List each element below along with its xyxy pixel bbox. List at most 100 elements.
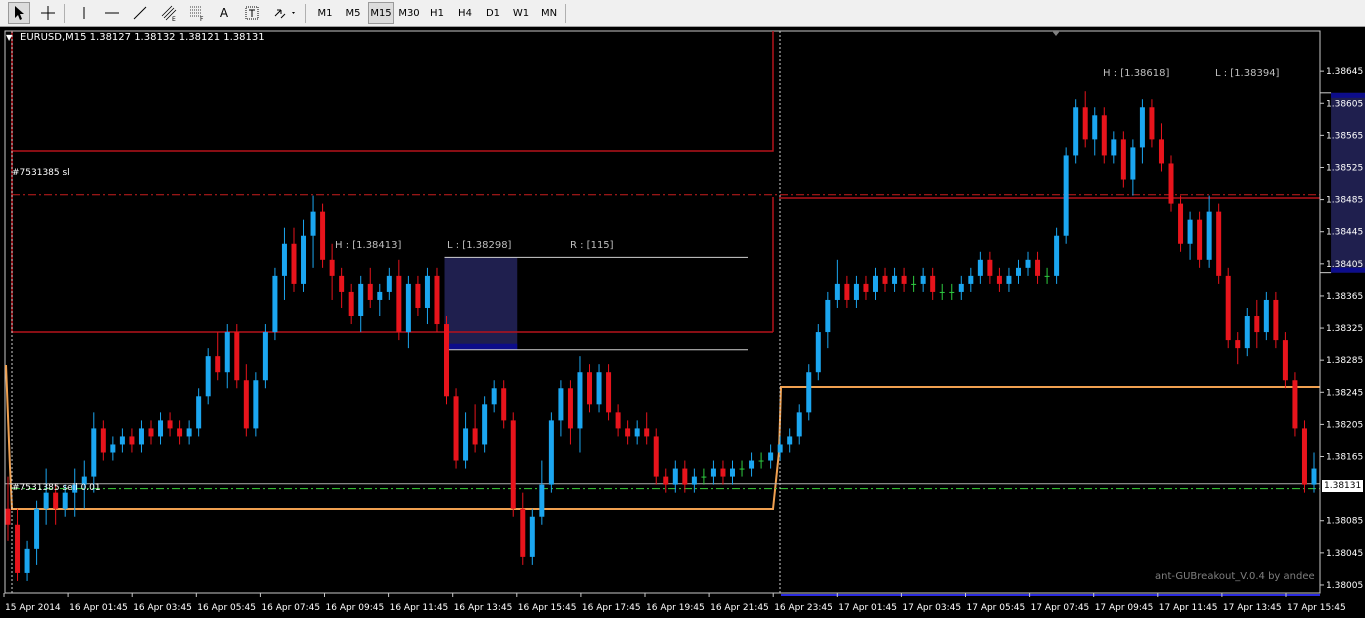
candle-body: [682, 468, 688, 485]
candle-body: [110, 444, 116, 453]
fibonacci-icon[interactable]: F: [186, 2, 208, 24]
range-box-2: [1331, 92, 1365, 273]
cursor-icon[interactable]: [8, 2, 30, 24]
trendline-icon[interactable]: [130, 2, 150, 24]
candle-body: [606, 372, 612, 413]
y-tick-label: 1.38445: [1326, 228, 1363, 238]
candle-body: [739, 468, 745, 470]
candle-body: [777, 444, 783, 453]
candle-body: [1035, 259, 1041, 276]
candle-body: [148, 428, 154, 437]
candle-body: [529, 516, 535, 557]
candle-body: [596, 372, 602, 405]
candle-body: [567, 388, 573, 429]
candle-body: [1235, 340, 1241, 349]
candle-body: [53, 492, 59, 509]
channel-upper-day1: [11, 31, 774, 152]
candle-body: [1082, 107, 1088, 140]
box1-range-label: R : [115]: [570, 240, 614, 251]
candle-body: [710, 468, 716, 477]
vertical-line-icon[interactable]: [74, 2, 94, 24]
candle-body: [977, 259, 983, 276]
candle-body: [15, 524, 21, 573]
candle-body: [444, 324, 450, 397]
candle-body: [377, 291, 383, 300]
timeframe-h4-button[interactable]: H4: [452, 2, 478, 24]
candle-body: [634, 428, 640, 437]
svg-text:E: E: [172, 16, 176, 22]
candle-body: [1120, 139, 1126, 180]
candle-body: [815, 332, 821, 373]
candle-body: [1187, 219, 1193, 244]
candle-body: [1111, 139, 1117, 156]
candle-body: [510, 420, 516, 509]
x-tick-label: 16 Apr 23:45: [774, 603, 833, 613]
equidistant-channel-icon[interactable]: E: [158, 2, 180, 24]
candle-body: [672, 468, 678, 485]
timeframe-m1-button[interactable]: M1: [312, 2, 338, 24]
candle-body: [882, 275, 888, 284]
candle-body: [100, 428, 106, 453]
x-tick-label: 17 Apr 05:45: [967, 603, 1026, 613]
candle-body: [901, 275, 907, 284]
timeframe-mn-button[interactable]: MN: [536, 2, 562, 24]
x-tick-label: 16 Apr 09:45: [326, 603, 385, 613]
candle-body: [415, 283, 421, 308]
candle-body: [281, 243, 287, 276]
timeframe-m5-button[interactable]: M5: [340, 2, 366, 24]
x-tick-label: 16 Apr 21:45: [710, 603, 769, 613]
chart-toolbar: E F A M1 M5 M15 M30 H1 H4 D1 W1 MN: [0, 0, 1365, 27]
range-box-1: [444, 257, 518, 350]
candle-body: [1158, 139, 1164, 164]
candle-body: [625, 428, 631, 437]
text-icon[interactable]: A: [214, 2, 234, 24]
candle-body: [129, 436, 135, 445]
candle-body: [749, 460, 755, 469]
arrows-dropdown-icon[interactable]: [270, 2, 300, 24]
y-tick-label: 1.38205: [1326, 420, 1363, 430]
horizontal-line-icon[interactable]: [102, 2, 122, 24]
y-tick-label: 1.38245: [1326, 388, 1363, 398]
candle-body: [1206, 211, 1212, 260]
order-sl-label: #7531385 sl: [12, 168, 70, 178]
candle-body: [949, 291, 955, 293]
crosshair-icon[interactable]: [37, 2, 59, 24]
timeframe-w1-button[interactable]: W1: [508, 2, 534, 24]
candle-body: [186, 428, 192, 437]
y-tick-label: 1.38285: [1326, 356, 1363, 366]
candle-body: [892, 275, 898, 284]
candle-body: [158, 420, 164, 437]
candle-body: [806, 372, 812, 413]
timeframe-d1-button[interactable]: D1: [480, 2, 506, 24]
candle-body: [1054, 235, 1060, 276]
candle-body: [1149, 107, 1155, 140]
candle-body: [1063, 155, 1069, 236]
x-tick-label: 16 Apr 03:45: [133, 603, 192, 613]
candle-body: [205, 356, 211, 397]
timeframe-h1-button[interactable]: H1: [424, 2, 450, 24]
candle-body: [339, 275, 345, 292]
candle-body: [1130, 147, 1136, 180]
x-tick-label: 17 Apr 15:45: [1287, 603, 1346, 613]
candle-body: [968, 275, 974, 284]
candle-body: [491, 388, 497, 405]
text-label-icon[interactable]: [242, 2, 262, 24]
candle-body: [1197, 219, 1203, 260]
candle-body: [501, 388, 507, 421]
box1-high-label: H : [1.38413]: [335, 240, 402, 251]
collapse-triangle-icon[interactable]: ▼: [6, 32, 12, 44]
y-tick-label: 1.38645: [1326, 67, 1363, 77]
box2-high-label: H : [1.38618]: [1103, 68, 1170, 79]
candle-body: [472, 428, 478, 445]
price-chart[interactable]: 1.38645 1.38605 1.38565 1.38525 1.38485 1.384…: [0, 27, 1365, 618]
orange-level-line: [5, 364, 1320, 510]
candle-body: [1006, 275, 1012, 284]
candle-body: [1101, 115, 1107, 156]
candle-body: [34, 508, 40, 549]
box2-low-label: L : [1.38394]: [1215, 68, 1280, 79]
x-tick-label: 16 Apr 01:45: [69, 603, 128, 613]
y-tick-label: 1.38005: [1326, 581, 1363, 591]
timeframe-m30-button[interactable]: M30: [396, 2, 422, 24]
y-tick-label: 1.38325: [1326, 324, 1363, 334]
timeframe-m15-button[interactable]: M15: [368, 2, 394, 24]
